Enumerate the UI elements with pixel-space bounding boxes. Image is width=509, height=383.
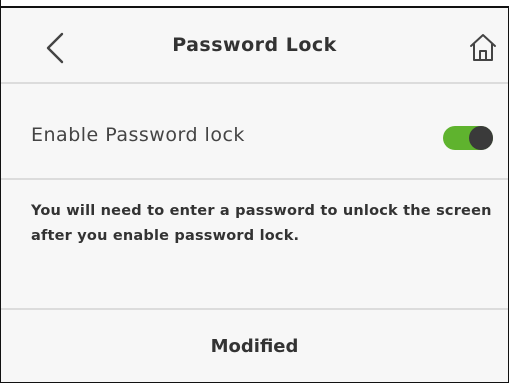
row-divider <box>1 178 508 180</box>
modified-button[interactable]: Modified <box>1 310 508 383</box>
password-lock-row: Enable Password lock <box>1 84 508 178</box>
chevron-left-icon <box>46 32 64 64</box>
password-lock-toggle[interactable] <box>443 126 493 150</box>
page-title: Password Lock <box>172 34 337 56</box>
password-lock-label: Enable Password lock <box>31 124 245 146</box>
password-lock-screen: Password Lock Enable Password lock You w… <box>0 0 509 383</box>
home-button[interactable] <box>463 28 503 68</box>
toggle-knob <box>469 126 493 150</box>
header-bar: Password Lock <box>1 6 508 82</box>
footer: Modified <box>1 310 508 383</box>
password-lock-description: You will need to enter a password to unl… <box>31 203 492 244</box>
home-icon <box>470 34 496 61</box>
back-button[interactable] <box>35 28 75 68</box>
